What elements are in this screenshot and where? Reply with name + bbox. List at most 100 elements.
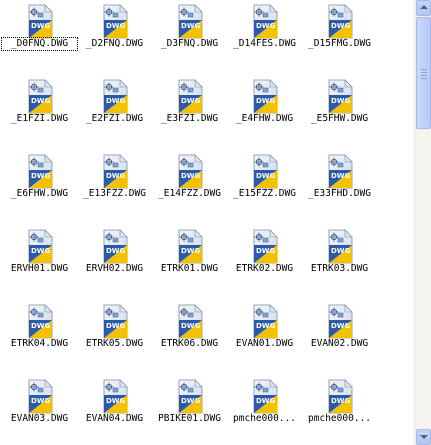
dwg-badge-label: DWG <box>181 172 201 180</box>
file-name-label: _E33FHD.DWG <box>308 188 371 199</box>
file-item[interactable]: DWG ETRK04.DWG <box>2 300 77 364</box>
dwg-badge-label: DWG <box>331 322 351 330</box>
file-item[interactable]: DWG ETRK03.DWG <box>302 225 377 289</box>
dwg-badge-label: DWG <box>31 172 51 180</box>
dwg-file-icon: DWG <box>28 304 53 339</box>
vertical-scrollbar[interactable] <box>414 0 431 445</box>
file-name-label: _D2FNQ.DWG <box>85 38 144 49</box>
dwg-badge-label: DWG <box>181 22 201 30</box>
scroll-thumb[interactable] <box>416 17 431 129</box>
file-item[interactable]: DWG EVAN03.DWG <box>2 375 77 439</box>
file-item[interactable]: DWG ETRK01.DWG <box>152 225 227 289</box>
dwg-badge-label: DWG <box>106 97 126 105</box>
dwg-file-icon: DWG <box>178 379 203 414</box>
dwg-file-icon: DWG <box>103 229 128 264</box>
file-name-label: _E14FZZ.DWG <box>158 188 221 199</box>
file-item[interactable]: DWG _D15FMG.DWG <box>302 0 377 64</box>
dwg-badge-label: DWG <box>331 397 351 405</box>
file-item[interactable]: DWG _E33FHD.DWG <box>302 150 377 214</box>
file-name-label: pmche000... <box>308 413 371 424</box>
dwg-badge-label: DWG <box>106 322 126 330</box>
file-name-label: EVAN02.DWG <box>310 338 369 349</box>
file-name-label: ETRK04.DWG <box>10 338 69 349</box>
file-item[interactable]: DWG _E15FZZ.DWG <box>227 150 302 214</box>
dwg-file-icon: DWG <box>178 229 203 264</box>
file-item[interactable]: DWG _D0FNQ.DWG <box>1 0 78 64</box>
scroll-up-button[interactable] <box>416 0 431 16</box>
file-item[interactable]: DWG pmche000... <box>227 375 302 439</box>
file-item[interactable]: DWG ERVH02.DWG <box>77 225 152 289</box>
dwg-file-icon: DWG <box>253 154 278 189</box>
file-item[interactable]: DWG _D2FNQ.DWG <box>77 0 152 64</box>
file-item[interactable]: DWG ETRK02.DWG <box>227 225 302 289</box>
file-item[interactable]: DWG EVAN01.DWG <box>227 300 302 364</box>
file-item[interactable]: DWG ERVH01.DWG <box>2 225 77 289</box>
dwg-file-icon: DWG <box>103 379 128 414</box>
file-name-label: _E2FZI.DWG <box>85 113 144 124</box>
grip-line <box>421 75 427 76</box>
file-icon-grid: DWG _D0FNQ.DWG DWG _D2FNQ.DWG DWG _D3FNQ.DWG D… <box>0 0 410 445</box>
dwg-file-icon: DWG <box>328 304 353 339</box>
dwg-badge-label: DWG <box>181 97 201 105</box>
dwg-badge-label: DWG <box>106 397 126 405</box>
file-name-label: _D14FES.DWG <box>233 38 296 49</box>
arrow-down-icon <box>420 435 428 439</box>
dwg-badge-label: DWG <box>256 172 276 180</box>
dwg-file-icon: DWG <box>328 379 353 414</box>
dwg-badge-label: DWG <box>256 97 276 105</box>
file-item[interactable]: DWG _D14FES.DWG <box>227 0 302 64</box>
grip-line <box>421 78 427 79</box>
file-name-label: ETRK05.DWG <box>85 338 144 349</box>
file-name-label: _E13FZZ.DWG <box>83 188 146 199</box>
file-item[interactable]: DWG EVAN04.DWG <box>77 375 152 439</box>
dwg-file-icon: DWG <box>28 379 53 414</box>
dwg-badge-label: DWG <box>106 172 126 180</box>
dwg-badge-label: DWG <box>31 22 51 30</box>
file-name-label: ETRK01.DWG <box>160 263 219 274</box>
dwg-file-icon: DWG <box>28 79 53 114</box>
dwg-file-icon: DWG <box>103 154 128 189</box>
file-name-label: _D3FNQ.DWG <box>160 38 219 49</box>
file-name-label: _E5FHW.DWG <box>310 113 369 124</box>
dwg-file-icon: DWG <box>178 4 203 39</box>
dwg-file-icon: DWG <box>253 304 278 339</box>
file-item[interactable]: DWG _E1FZI.DWG <box>2 75 77 139</box>
file-item[interactable]: DWG pmche000... <box>302 375 377 439</box>
file-name-label: EVAN01.DWG <box>235 338 294 349</box>
file-item[interactable]: DWG _E13FZZ.DWG <box>77 150 152 214</box>
file-item[interactable]: DWG _E2FZI.DWG <box>77 75 152 139</box>
file-item[interactable]: DWG _D3FNQ.DWG <box>152 0 227 64</box>
dwg-file-icon: DWG <box>328 229 353 264</box>
file-item[interactable]: DWG PBIKE01.DWG <box>152 375 227 439</box>
file-item[interactable]: DWG _E3FZI.DWG <box>152 75 227 139</box>
dwg-badge-label: DWG <box>181 247 201 255</box>
dwg-file-icon: DWG <box>178 79 203 114</box>
dwg-file-icon: DWG <box>253 229 278 264</box>
grip-line <box>421 72 427 73</box>
file-item[interactable]: DWG _E5FHW.DWG <box>302 75 377 139</box>
file-item[interactable]: DWG ETRK06.DWG <box>152 300 227 364</box>
dwg-file-icon: DWG <box>253 4 278 39</box>
scroll-down-button[interactable] <box>416 429 431 445</box>
file-name-label: ETRK02.DWG <box>235 263 294 274</box>
file-item[interactable]: DWG EVAN02.DWG <box>302 300 377 364</box>
dwg-badge-label: DWG <box>331 172 351 180</box>
file-item[interactable]: DWG _E6FHW.DWG <box>2 150 77 214</box>
file-name-label: EVAN03.DWG <box>10 413 69 424</box>
file-name-label: _E3FZI.DWG <box>160 113 219 124</box>
grip-line <box>421 69 427 70</box>
dwg-badge-label: DWG <box>31 247 51 255</box>
dwg-badge-label: DWG <box>256 22 276 30</box>
dwg-file-icon: DWG <box>28 154 53 189</box>
dwg-file-icon: DWG <box>328 79 353 114</box>
file-item[interactable]: DWG _E4FHW.DWG <box>227 75 302 139</box>
dwg-file-icon: DWG <box>253 379 278 414</box>
dwg-file-icon: DWG <box>328 154 353 189</box>
dwg-file-icon: DWG <box>28 229 53 264</box>
dwg-file-icon: DWG <box>178 304 203 339</box>
dwg-file-icon: DWG <box>103 4 128 39</box>
file-item[interactable]: DWG _E14FZZ.DWG <box>152 150 227 214</box>
file-item[interactable]: DWG ETRK05.DWG <box>77 300 152 364</box>
dwg-badge-label: DWG <box>31 322 51 330</box>
file-name-label: ETRK06.DWG <box>160 338 219 349</box>
